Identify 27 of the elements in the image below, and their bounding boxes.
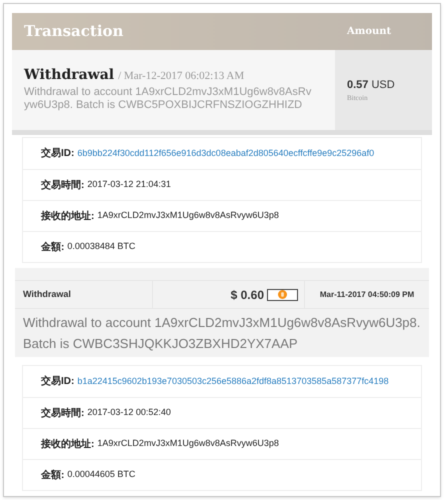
transaction-description: Withdrawal to account 1A9xrCLD2mvJ3xM1Ug6w8v8AsRvyw6U3p8. Batch is CWBC5POXBIJCRFNSZIOGZHHIZD [24,86,312,112]
detail-value: 1A9xrCLD2mvJ3xM1Ug6w8v8AsRvyw6U3p8 [97,437,279,450]
detail-label: 金額: [41,240,64,254]
coin-icon [278,290,287,299]
detail-label: 交易時間: [41,178,84,192]
column-header: Transaction [23,21,124,42]
detail-value: 2017-03-12 21:04:31 [87,178,171,192]
detail-label: 交易ID: [41,146,74,161]
transaction-type: Withdrawal [24,66,114,85]
detail-value: 0.00038484 BTC [67,240,136,254]
transaction-date: / Mar-12-2017 06:02:13 AM [118,69,244,84]
transaction-link[interactable]: b1a22415c9602b193e7030503c256e5886a2fdf8a8513703585a587377fc4198 [77,374,389,388]
detail-label: 交易ID: [41,374,74,389]
transaction-type: Withdrawal [23,288,71,301]
transaction-date: Mar-11-2017 04:50:09 PM [320,288,414,300]
amount-value: $ 0.60 [230,286,264,304]
detail-label: 交易時間: [41,406,84,420]
detail-value: 0.00044605 BTC [67,468,136,482]
detail-value: 1A9xrCLD2mvJ3xM1Ug6w8v8AsRvyw6U3p8 [97,209,279,222]
column-header: Amount [346,25,392,39]
transaction-link[interactable]: 6b9bb224f30cdd112f656e916d3dc08eabaf2d805640ecffcffe9e9c25296af0 [77,146,374,160]
detail-label: 接收的地址: [41,438,94,452]
amount-value: 0.57 USD [347,78,396,92]
detail-label: 接收的地址: [41,210,94,224]
detail-value: 2017-03-12 00:52:40 [87,406,171,420]
transaction-description: Withdrawal to account 1A9xrCLD2mvJ3xM1Ug6w8v8AsRvyw6U3p8. Batch is CWBC3SHJQKKJO3ZBXHD2YX7AAP [22,314,422,353]
detail-label: 金額: [41,468,64,482]
